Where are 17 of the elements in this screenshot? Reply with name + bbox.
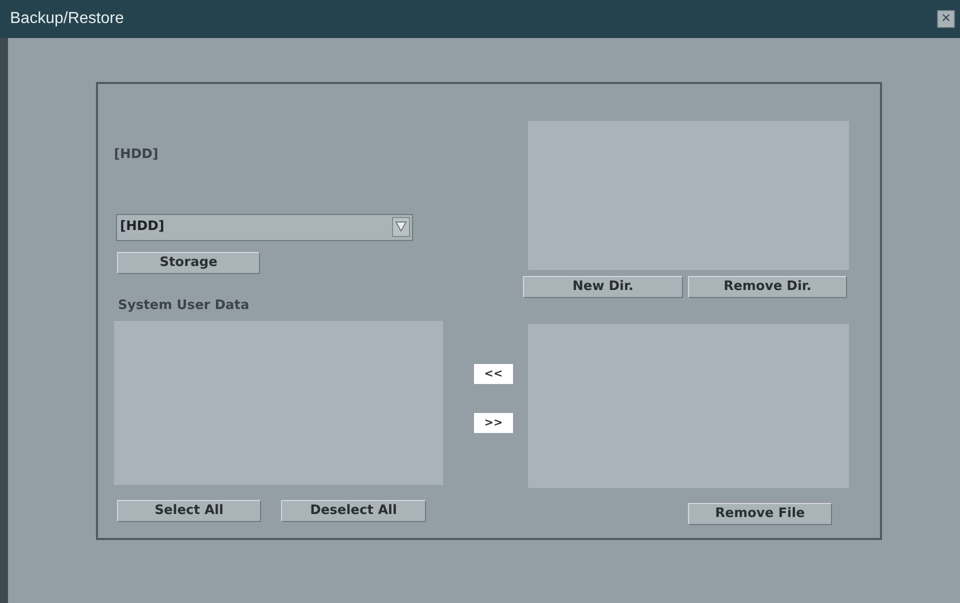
- remove-dir-button[interactable]: Remove Dir.: [688, 276, 847, 298]
- device-dropdown[interactable]: [HDD]: [116, 214, 413, 240]
- directory-list[interactable]: [528, 121, 849, 270]
- remove-file-button[interactable]: Remove File: [688, 503, 832, 525]
- user-data-list[interactable]: [114, 321, 443, 485]
- select-all-button[interactable]: Select All: [117, 500, 261, 522]
- list-label: System User Data: [118, 296, 250, 314]
- close-button[interactable]: ×: [937, 10, 955, 28]
- new-dir-button[interactable]: New Dir.: [523, 276, 683, 298]
- device-label: [HDD]: [114, 146, 160, 164]
- file-list[interactable]: [528, 324, 849, 488]
- dropdown-value: [HDD]: [120, 218, 164, 236]
- move-left-button[interactable]: <<: [474, 364, 513, 384]
- storage-button[interactable]: Storage: [117, 252, 260, 274]
- window-title: Backup/Restore: [10, 9, 124, 29]
- move-right-button[interactable]: >>: [474, 413, 513, 433]
- deselect-all-button[interactable]: Deselect All: [281, 500, 426, 522]
